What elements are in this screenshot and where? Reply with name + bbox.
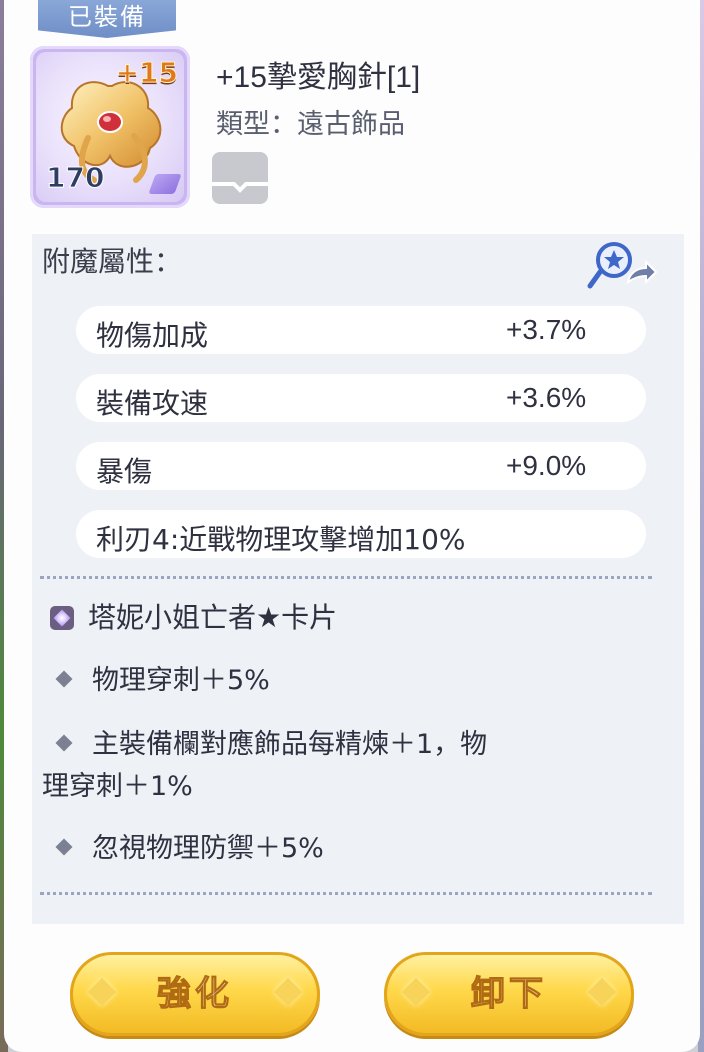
item-type: 類型：遠古飾品 — [216, 109, 405, 140]
item-icon-inner: +15 170 — [36, 52, 184, 202]
enchant-title: 附魔屬性： — [42, 245, 183, 278]
card-effect-text: 物理穿刺＋5% — [92, 665, 270, 696]
card-slot-icon[interactable] — [210, 150, 270, 206]
card-effect-line: 主裝備欄對應飾品每精煉＋1，物 — [50, 724, 487, 766]
share-icon[interactable] — [586, 238, 658, 290]
card-name-line: 塔妮小姐亡者★卡片 — [50, 596, 337, 636]
refine-level: +15 — [115, 56, 178, 90]
item-name: +15摯愛胸針[1] — [216, 61, 421, 94]
equipped-tag: 已裝備 — [38, 0, 176, 38]
bullet-diamond-icon — [55, 838, 73, 856]
enchant-extra-row: 利刃4:近戰物理攻擊增加10% — [76, 510, 646, 558]
card-effect-line: 物理穿刺＋5% — [50, 660, 270, 702]
unequip-button[interactable]: 卸下 — [384, 952, 634, 1036]
card-effect-text: 忽視物理防禦＋5% — [92, 833, 324, 864]
card-effect-line-continued: 理穿刺＋1% — [42, 766, 193, 808]
section-divider — [40, 576, 652, 579]
sparkle-icon — [587, 977, 617, 1007]
sparkle-icon — [401, 977, 431, 1007]
unequip-button-label: 卸下 — [470, 973, 547, 1014]
stat-name: 裝備攻速 — [96, 387, 209, 420]
enchant-stat-row: 物傷加成 +3.7% — [76, 306, 646, 354]
card-effect-line: 忽視物理防禦＋5% — [50, 828, 324, 870]
sparkle-icon — [273, 977, 303, 1007]
stat-name: 暴傷 — [96, 455, 153, 488]
item-level: 170 — [45, 161, 105, 195]
rarity-chip — [148, 174, 182, 194]
item-detail-panel: 已裝備 +15 170 +15摯愛胸針[1] 類型：遠古飾品 附魔屬性： 物傷加… — [4, 0, 700, 1052]
enchant-extra-text: 利刃4:近戰物理攻擊增加10% — [96, 523, 466, 556]
enchant-stat-row: 裝備攻速 +3.6% — [76, 374, 646, 422]
attributes-section: 附魔屬性： 物傷加成 +3.7% 裝備攻速 +3.6% 暴傷 +9.0% 利刃4… — [32, 234, 684, 924]
card-effect-text: 理穿刺＋1% — [42, 771, 193, 802]
stat-name: 物傷加成 — [96, 319, 209, 352]
stat-value: +3.7% — [506, 314, 587, 345]
enchant-stat-row: 暴傷 +9.0% — [76, 442, 646, 490]
bullet-diamond-icon — [55, 670, 73, 688]
card-name: 塔妮小姐亡者★卡片 — [88, 601, 338, 634]
item-icon-frame[interactable]: +15 170 — [30, 46, 190, 208]
card-gem-icon — [50, 606, 74, 630]
section-divider — [40, 892, 652, 895]
card-effect-text: 主裝備欄對應飾品每精煉＋1，物 — [92, 729, 488, 760]
sparkle-icon — [87, 977, 117, 1007]
enhance-button[interactable]: 強化 — [70, 952, 320, 1036]
enhance-button-label: 強化 — [156, 973, 233, 1014]
stat-value: +3.6% — [506, 382, 587, 413]
bullet-diamond-icon — [55, 734, 73, 752]
stat-value: +9.0% — [506, 450, 587, 481]
